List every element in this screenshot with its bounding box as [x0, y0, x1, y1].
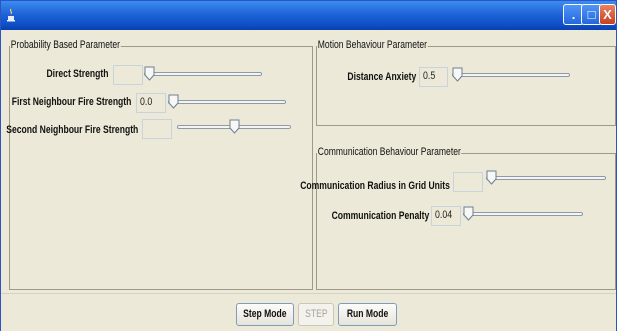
comm-penalty-label: Communication Penalty — [331, 210, 429, 222]
comm-radius-slider-track[interactable] — [486, 176, 606, 180]
button-bar: Step Mode STEP Run Mode — [1, 293, 616, 331]
first-neighbour-field[interactable]: 0.0 — [136, 93, 166, 113]
motion-panel-title: Motion Behaviour Parameter — [317, 39, 428, 51]
app-window: . □ X Probability Based Parameter Direct… — [0, 0, 617, 331]
direct-strength-slider-thumb[interactable] — [144, 66, 155, 81]
direct-strength-field[interactable] — [113, 65, 143, 85]
title-bar[interactable]: . □ X — [1, 1, 616, 30]
comm-radius-label: Communication Radius in Grid Units — [300, 180, 450, 192]
motion-panel — [316, 46, 616, 126]
close-button[interactable]: X — [599, 4, 616, 25]
comm-radius-field[interactable] — [453, 172, 483, 192]
comm-radius-slider-thumb[interactable] — [486, 170, 497, 185]
second-neighbour-label: Second Neighbour Fire Strength — [5, 124, 138, 136]
second-neighbour-slider-thumb[interactable] — [229, 119, 240, 134]
comm-penalty-field[interactable]: 0.04 — [431, 206, 461, 226]
distance-anxiety-slider-thumb[interactable] — [452, 67, 463, 82]
first-neighbour-label: First Neighbour Fire Strength — [11, 96, 131, 108]
run-mode-button[interactable]: Run Mode — [338, 303, 397, 326]
comm-penalty-slider-thumb[interactable] — [463, 206, 474, 221]
direct-strength-slider-track[interactable] — [144, 72, 262, 76]
probability-panel-title: Probability Based Parameter — [10, 39, 121, 51]
comm-penalty-slider-track[interactable] — [463, 212, 583, 216]
second-neighbour-field[interactable] — [142, 119, 172, 139]
distance-anxiety-slider-track[interactable] — [452, 73, 570, 77]
probability-panel — [9, 46, 313, 290]
communication-panel-title: Communication Behaviour Parameter — [317, 146, 462, 158]
direct-strength-label: Direct Strength — [46, 68, 108, 80]
distance-anxiety-field[interactable]: 0.5 — [419, 67, 448, 87]
java-cup-icon — [7, 8, 15, 22]
first-neighbour-slider-thumb[interactable] — [168, 94, 179, 109]
step-mode-button[interactable]: Step Mode — [236, 303, 294, 326]
step-button[interactable]: STEP — [298, 303, 334, 326]
first-neighbour-slider-track[interactable] — [168, 100, 286, 104]
distance-anxiety-label: Distance Anxiety — [347, 71, 416, 83]
content-area: Probability Based Parameter Direct Stren… — [1, 30, 616, 293]
